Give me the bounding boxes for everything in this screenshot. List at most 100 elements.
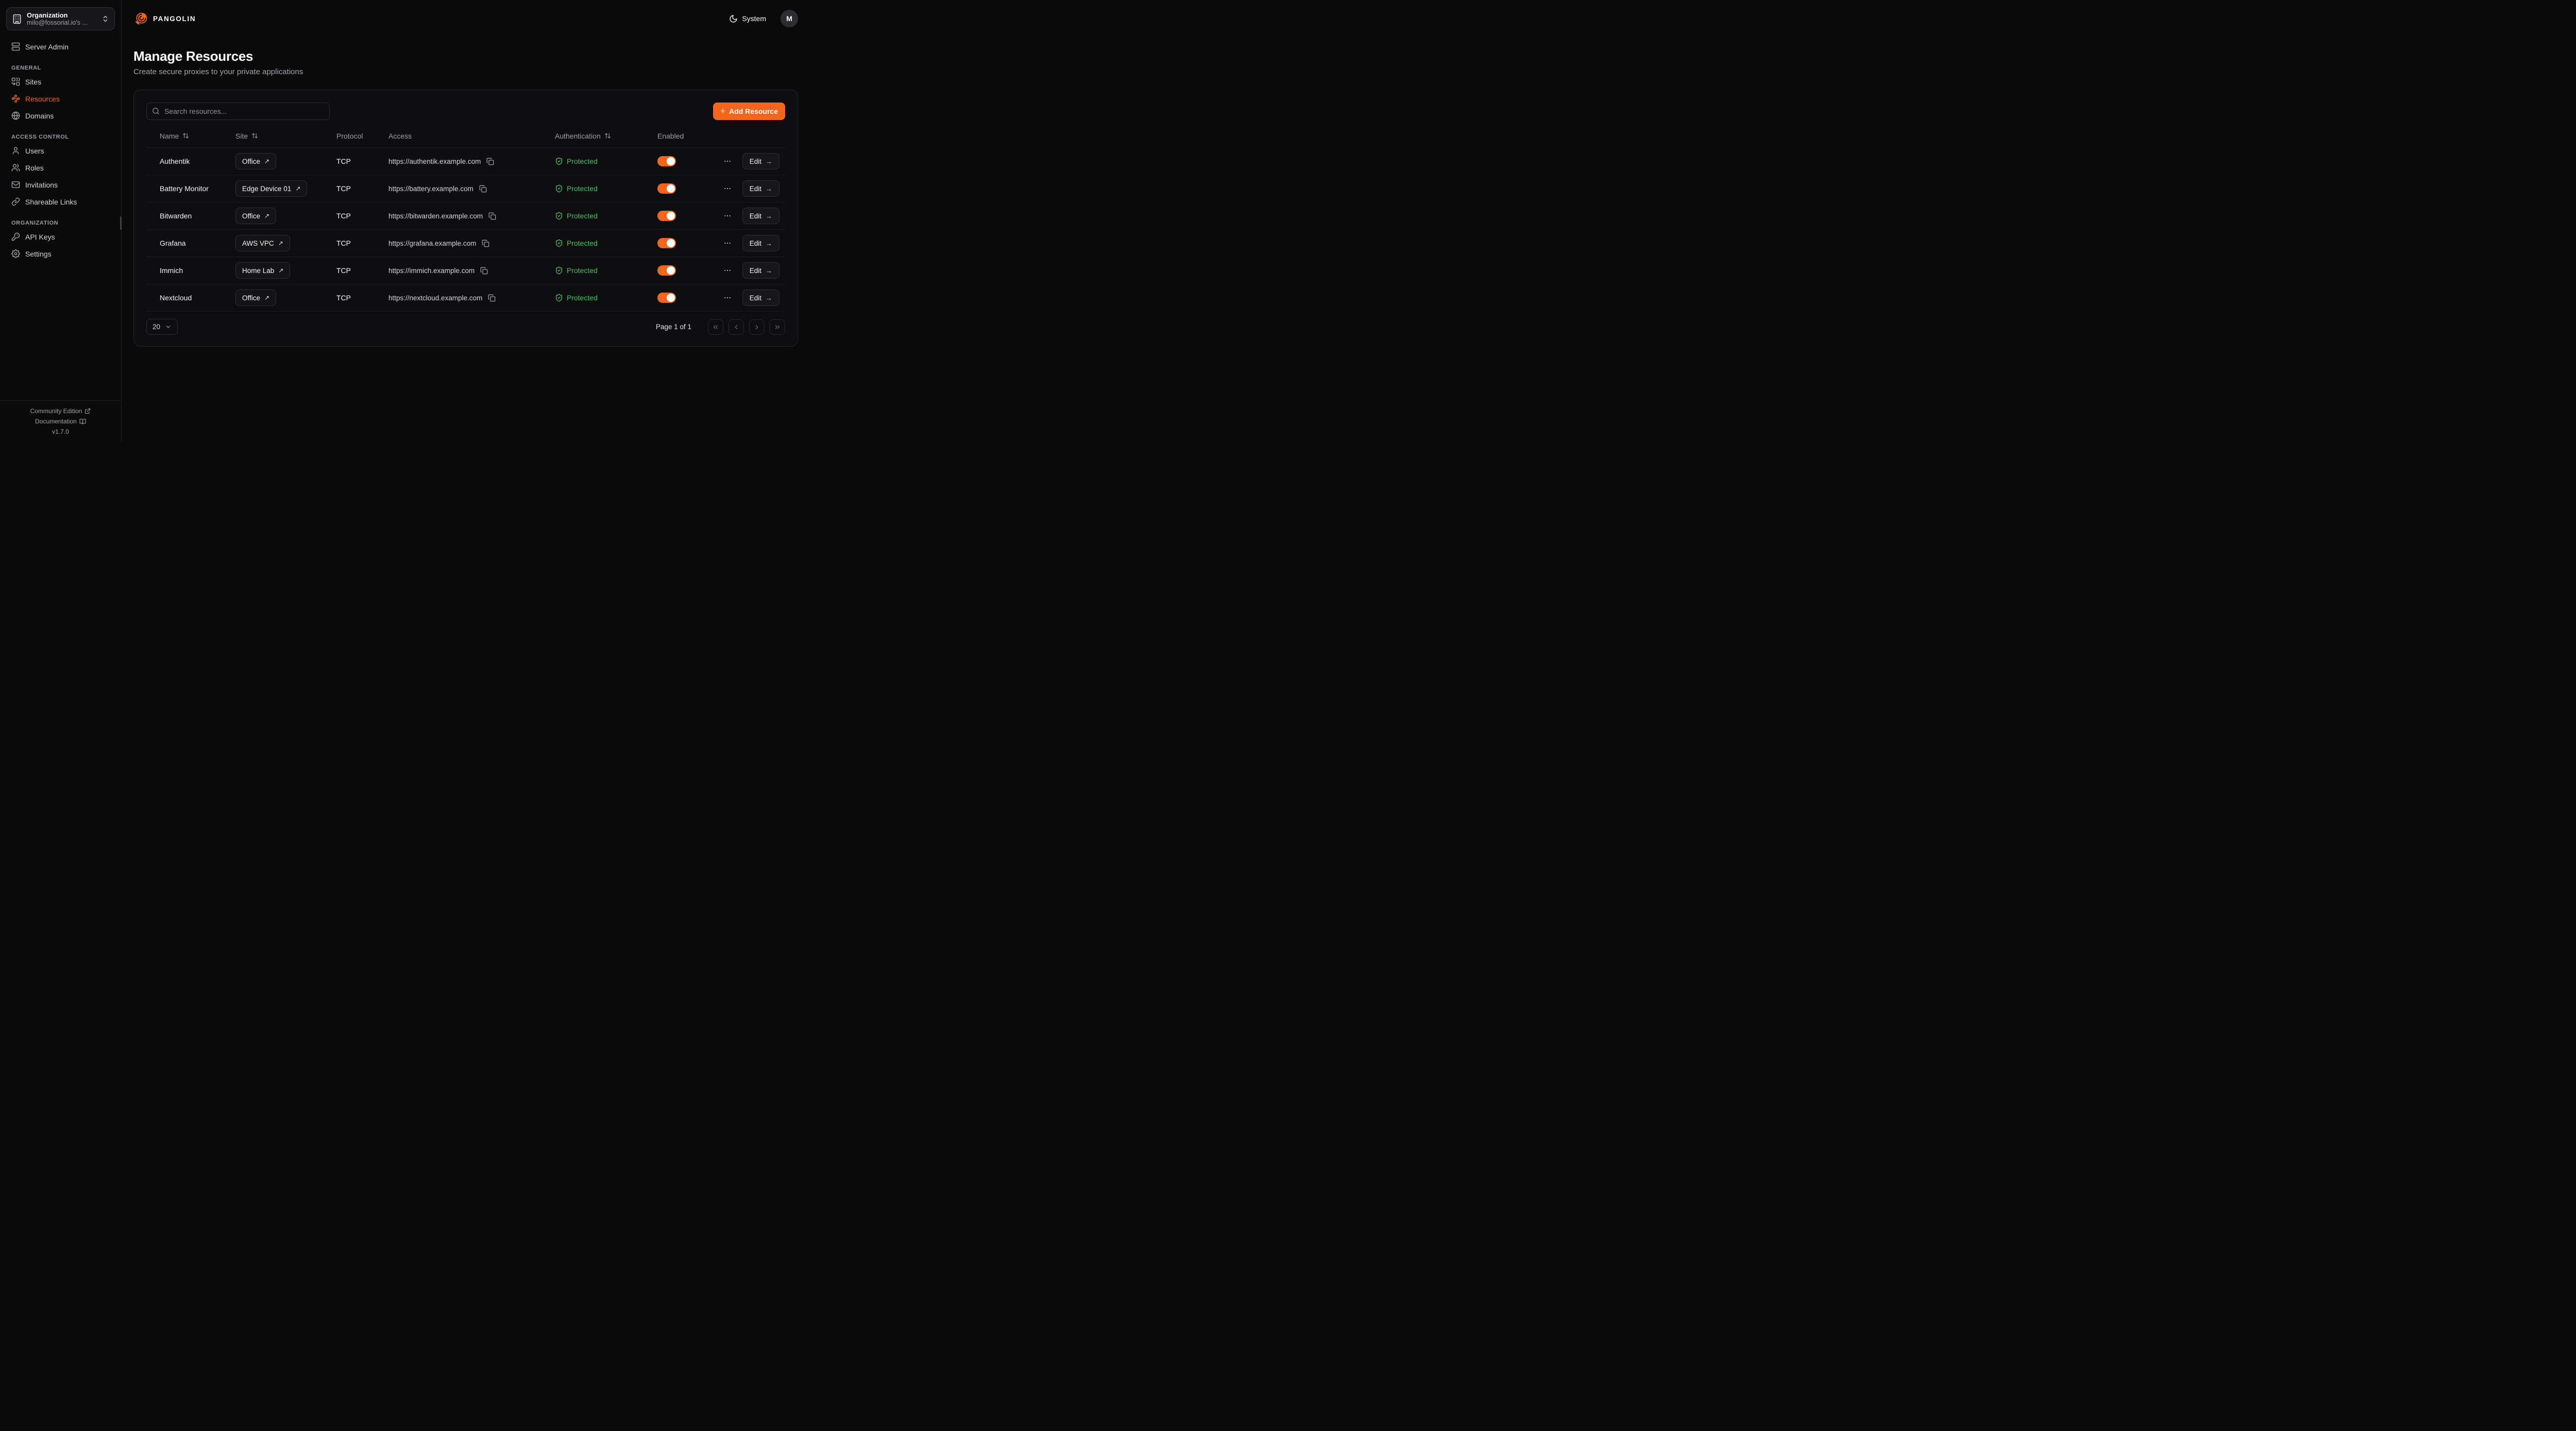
site-link-button[interactable]: Edge Device 01 ↗ bbox=[235, 180, 307, 197]
edit-button[interactable]: Edit → bbox=[742, 262, 779, 279]
copy-icon bbox=[480, 267, 488, 275]
section-label-organization: ORGANIZATION bbox=[6, 217, 115, 228]
topbar-right: System M bbox=[729, 10, 798, 27]
community-edition-link[interactable]: Community Edition bbox=[30, 407, 91, 415]
column-label: Authentication bbox=[555, 132, 601, 140]
sidebar-item-settings[interactable]: Settings bbox=[6, 246, 115, 262]
ellipsis-icon bbox=[723, 266, 732, 275]
avatar[interactable]: M bbox=[781, 10, 798, 27]
auth-status: Protected bbox=[567, 184, 598, 193]
protocol: TCP bbox=[336, 294, 388, 302]
sidebar-item-users[interactable]: Users bbox=[6, 143, 115, 159]
enabled-toggle[interactable] bbox=[657, 183, 676, 194]
site-link-button[interactable]: Home Lab ↗ bbox=[235, 262, 290, 279]
copy-url-button[interactable] bbox=[488, 294, 496, 302]
search-input[interactable] bbox=[146, 103, 330, 120]
edit-button[interactable]: Edit → bbox=[742, 235, 779, 251]
row-menu-button[interactable] bbox=[722, 211, 733, 221]
chevrons-up-down-icon bbox=[101, 15, 109, 23]
mail-icon bbox=[11, 180, 20, 189]
documentation-link[interactable]: Documentation bbox=[35, 418, 86, 425]
column-header-authentication[interactable]: Authentication bbox=[555, 132, 657, 140]
row-menu-button[interactable] bbox=[722, 293, 733, 303]
gear-icon bbox=[11, 249, 20, 258]
enabled-toggle[interactable] bbox=[657, 238, 676, 248]
add-resource-button[interactable]: + Add Resource bbox=[713, 103, 785, 120]
row-menu-button[interactable] bbox=[722, 156, 733, 166]
resource-name: Grafana bbox=[160, 239, 235, 247]
enabled-toggle[interactable] bbox=[657, 265, 676, 276]
first-page-button[interactable] bbox=[708, 319, 723, 335]
page-size-select[interactable]: 20 bbox=[146, 319, 178, 335]
chevron-left-icon bbox=[733, 323, 740, 331]
ellipsis-icon bbox=[723, 212, 732, 220]
resource-name: Nextcloud bbox=[160, 294, 235, 302]
org-text: Organization milo@fossorial.io's ... bbox=[27, 11, 97, 26]
resources-icon bbox=[11, 94, 20, 103]
theme-label: System bbox=[742, 14, 766, 23]
next-page-button[interactable] bbox=[749, 319, 765, 335]
copy-url-button[interactable] bbox=[488, 212, 496, 220]
table-row: Immich Home Lab ↗ TCP https://immich.exa… bbox=[146, 257, 785, 284]
edit-label: Edit bbox=[750, 158, 761, 165]
ellipsis-icon bbox=[723, 239, 732, 247]
copy-url-button[interactable] bbox=[482, 240, 489, 247]
copy-url-button[interactable] bbox=[486, 158, 494, 165]
pangolin-logo bbox=[133, 11, 148, 26]
column-header-protocol: Protocol bbox=[336, 132, 388, 140]
version-label: v1.7.0 bbox=[52, 428, 69, 435]
sidebar-item-server-admin[interactable]: Server Admin bbox=[6, 39, 115, 55]
site-link-button[interactable]: AWS VPC ↗ bbox=[235, 235, 290, 251]
building-icon bbox=[12, 14, 22, 24]
enabled-toggle[interactable] bbox=[657, 156, 676, 166]
column-header-name[interactable]: Name bbox=[160, 132, 235, 140]
enabled-toggle[interactable] bbox=[657, 293, 676, 303]
sidebar-item-sites[interactable]: Sites bbox=[6, 74, 115, 90]
sidebar-item-invitations[interactable]: Invitations bbox=[6, 177, 115, 193]
edit-button[interactable]: Edit → bbox=[742, 180, 779, 197]
community-edition-label: Community Edition bbox=[30, 407, 82, 415]
copy-icon bbox=[482, 240, 489, 247]
section-label-access-control: ACCESS CONTROL bbox=[6, 131, 115, 142]
edit-button[interactable]: Edit → bbox=[742, 289, 779, 306]
site-link-button[interactable]: Office ↗ bbox=[235, 208, 276, 224]
edit-button[interactable]: Edit → bbox=[742, 153, 779, 169]
sidebar-item-shareable-links[interactable]: Shareable Links bbox=[6, 194, 115, 210]
arrow-right-icon: → bbox=[766, 295, 772, 301]
row-menu-button[interactable] bbox=[722, 183, 733, 194]
last-page-button[interactable] bbox=[770, 319, 785, 335]
edit-button[interactable]: Edit → bbox=[742, 208, 779, 224]
shield-check-icon bbox=[555, 157, 563, 165]
copy-icon bbox=[486, 158, 494, 165]
enabled-toggle[interactable] bbox=[657, 211, 676, 221]
table-row: Battery Monitor Edge Device 01 ↗ TCP htt… bbox=[146, 175, 785, 202]
sidebar-item-label: Invitations bbox=[25, 181, 58, 189]
external-link-icon: ↗ bbox=[264, 295, 269, 301]
column-header-site[interactable]: Site bbox=[235, 132, 336, 140]
copy-url-button[interactable] bbox=[480, 267, 488, 275]
copy-icon bbox=[488, 294, 496, 302]
users-icon bbox=[11, 163, 20, 172]
table-row: Bitwarden Office ↗ TCP https://bitwarden… bbox=[146, 202, 785, 230]
sidebar-resize-handle[interactable] bbox=[120, 216, 122, 230]
sidebar-item-label: Shareable Links bbox=[25, 198, 77, 206]
sidebar-item-roles[interactable]: Roles bbox=[6, 160, 115, 176]
sidebar: Organization milo@fossorial.io's ... Ser… bbox=[0, 0, 122, 442]
org-label: Organization bbox=[27, 11, 97, 19]
sidebar-item-domains[interactable]: Domains bbox=[6, 108, 115, 124]
theme-toggle-button[interactable]: System bbox=[729, 14, 766, 23]
site-name: Office bbox=[242, 212, 260, 220]
site-link-button[interactable]: Office ↗ bbox=[235, 289, 276, 306]
page-head: Manage Resources Create secure proxies t… bbox=[133, 48, 798, 76]
row-menu-button[interactable] bbox=[722, 238, 733, 248]
sidebar-item-api-keys[interactable]: API Keys bbox=[6, 229, 115, 245]
prev-page-button[interactable] bbox=[728, 319, 744, 335]
site-link-button[interactable]: Office ↗ bbox=[235, 153, 276, 169]
column-label: Protocol bbox=[336, 132, 363, 140]
copy-url-button[interactable] bbox=[479, 185, 487, 193]
sidebar-item-resources[interactable]: Resources bbox=[6, 91, 115, 107]
org-selector[interactable]: Organization milo@fossorial.io's ... bbox=[6, 7, 115, 30]
row-menu-button[interactable] bbox=[722, 265, 733, 276]
resource-name: Bitwarden bbox=[160, 212, 235, 220]
access-url: https://bitwarden.example.com bbox=[388, 212, 483, 220]
